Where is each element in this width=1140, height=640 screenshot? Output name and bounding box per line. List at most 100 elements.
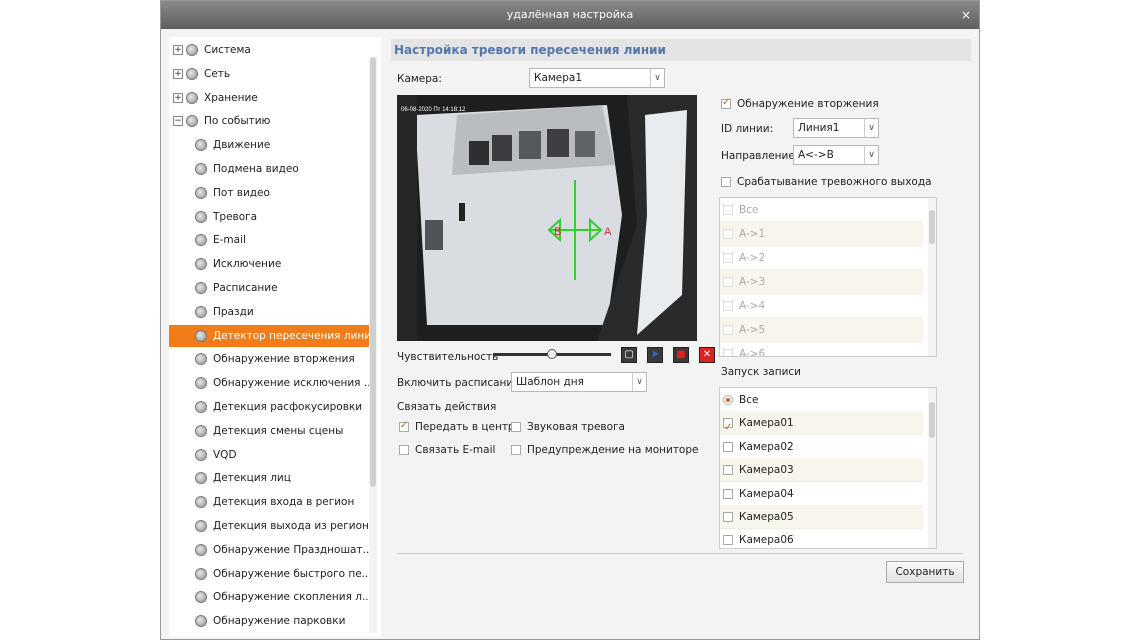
record-list[interactable]: Все Камера01 Камера02 Камера03 Камера04 Камер… [719, 387, 937, 549]
save-button[interactable]: Сохранить [886, 561, 964, 583]
schedule-select-value: Шаблон дня [516, 376, 584, 388]
tree-item[interactable]: Тревога [169, 206, 369, 228]
tree-item[interactable]: + Хранение [169, 87, 369, 109]
tree-item[interactable]: Пот видео [169, 182, 369, 204]
tree-item[interactable]: Детектор пересечения линии [169, 324, 369, 347]
chevron-down-icon: ∨ [632, 373, 646, 391]
tree-item[interactable]: Обнаружение вторжения [169, 348, 369, 370]
expand-toggle-icon[interactable]: − [173, 116, 183, 127]
sensitivity-slider-thumb[interactable] [547, 349, 557, 359]
gear-icon [195, 258, 207, 271]
intrusion-checkbox[interactable]: Обнаружение вторжения [721, 97, 879, 110]
gear-icon [195, 139, 207, 152]
tree-item[interactable]: Обнаружение быстрого пе... [169, 563, 369, 585]
tree-item[interactable]: Расписание [169, 277, 369, 299]
tree-item[interactable]: Обнаружение исключения ... [169, 372, 369, 394]
camera-select[interactable]: Камера1 ∨ [529, 68, 665, 88]
gear-icon [195, 234, 207, 247]
checkbox-mark [723, 488, 733, 499]
alarm-output-checkbox[interactable]: Срабатывание тревожного выхода [721, 176, 932, 188]
alarm-output-item[interactable]: A->2 [720, 246, 923, 270]
record-item-label: Камера03 [739, 464, 794, 477]
alarm-list-scrollbar[interactable] [928, 198, 936, 356]
tree-item[interactable]: Празди [169, 301, 369, 323]
gear-icon [195, 329, 207, 342]
tree-item[interactable]: Детекция смены сцены [169, 420, 369, 442]
delete-icon[interactable]: ✕ [699, 347, 715, 363]
remote-config-window: удалённая настройка × + Система + Сеть + Хран… [160, 0, 980, 640]
alarm-output-item[interactable]: A->4 [720, 294, 923, 318]
close-icon[interactable]: × [961, 1, 971, 29]
line-label-b: B [554, 226, 561, 238]
tree-item[interactable]: Детекция расфокусировки [169, 396, 369, 418]
alarm-output-item-label: A->1 [739, 228, 766, 240]
tree-item[interactable]: VQD [169, 444, 369, 466]
direction-select[interactable]: A<->B ∨ [793, 145, 879, 165]
record-item[interactable]: Камера05 [720, 505, 923, 529]
schedule-select[interactable]: Шаблон дня ∨ [511, 372, 647, 392]
checkbox-mark [723, 325, 733, 335]
alarm-output-list[interactable]: Все A->1 A->2 A->3 A->4 A->5 A->6 [719, 197, 937, 357]
tree-item[interactable]: Детекция входа в регион [169, 491, 369, 513]
record-item[interactable]: Камера01 [720, 411, 923, 440]
record-item-label: Камера05 [739, 511, 794, 523]
line-label-a: A [604, 226, 612, 238]
alarm-output-item-label: A->5 [739, 324, 766, 336]
tree-item[interactable]: + Система [169, 39, 369, 61]
alarm-output-item[interactable]: A->3 [720, 270, 923, 294]
sensitivity-slider[interactable] [493, 349, 611, 359]
stop-icon[interactable]: ■ [673, 347, 689, 363]
draw-line-icon[interactable]: ▢ [621, 347, 637, 363]
alarm-output-item[interactable]: A->1 [720, 222, 923, 246]
gear-icon [195, 520, 207, 532]
action-checkbox[interactable]: Связать E-mail [399, 444, 495, 456]
checkbox-mark [399, 420, 409, 432]
camera-preview[interactable]: B A 06-08-2020 Пт 14:18:12 [397, 95, 697, 341]
tree-item-label: E-mail [213, 234, 246, 247]
tree-item[interactable]: Обнаружение скопления л... [169, 586, 369, 608]
alarm-output-item[interactable]: A->6 [720, 342, 923, 356]
action-checkbox[interactable]: Звуковая тревога [511, 421, 625, 433]
checkbox-mark [723, 465, 733, 476]
record-item[interactable]: Все [720, 388, 923, 412]
tree-item[interactable]: + Сеть [169, 63, 369, 85]
tree-item[interactable]: E-mail [169, 229, 369, 251]
tree-item[interactable]: Движение [169, 134, 369, 156]
action-checkbox[interactable]: Передать в центр [399, 420, 515, 433]
line-id-select[interactable]: Линия1 ∨ [793, 118, 879, 138]
expand-toggle-icon[interactable]: + [173, 68, 183, 79]
gear-icon [195, 305, 207, 318]
record-list-scroll-thumb[interactable] [929, 402, 935, 438]
tree-scrollbar[interactable] [369, 57, 377, 633]
tree-item[interactable]: Исключение [169, 253, 369, 275]
tree-item[interactable]: Детекция выхода из региона [169, 515, 369, 537]
record-item[interactable]: Камера04 [720, 482, 923, 506]
tree-scroll-thumb[interactable] [370, 57, 376, 487]
alarm-list-scroll-thumb[interactable] [929, 210, 935, 244]
tree-item[interactable]: Детекция лиц [169, 467, 369, 489]
action-label: Связать E-mail [415, 444, 496, 456]
alarm-output-item[interactable]: A->5 [720, 318, 923, 342]
direction-value: A<->B [798, 149, 834, 161]
tree-item[interactable]: Подмена видео [169, 158, 369, 180]
checkbox-mark [723, 349, 733, 356]
checkbox-mark [723, 441, 733, 452]
action-checkbox[interactable]: Предупреждение на мониторе [511, 444, 699, 456]
record-item[interactable]: Камера03 [720, 458, 923, 483]
alarm-output-item[interactable]: Все [720, 198, 923, 222]
select-arrow-icon[interactable]: ➤ [647, 347, 663, 363]
record-item[interactable]: Камера02 [720, 435, 923, 459]
tree-item[interactable]: Обнаружение Праздношат... [169, 539, 369, 561]
tree-item[interactable]: − По событию [169, 110, 369, 132]
tree-item[interactable]: Обнаружение парковки [169, 610, 369, 632]
expand-toggle-icon[interactable]: + [173, 45, 183, 55]
video-timestamp: 06-08-2020 Пт 14:18:12 [401, 107, 466, 113]
record-item[interactable]: Камера06 [720, 528, 923, 548]
checkbox-mark [723, 277, 733, 287]
record-list-scrollbar[interactable] [928, 388, 936, 548]
gear-icon [195, 210, 207, 223]
intrusion-check-mark [721, 97, 731, 109]
tree-item-label: Система [204, 44, 251, 56]
expand-toggle-icon[interactable]: + [173, 92, 183, 103]
camera-select-value: Камера1 [534, 72, 583, 84]
